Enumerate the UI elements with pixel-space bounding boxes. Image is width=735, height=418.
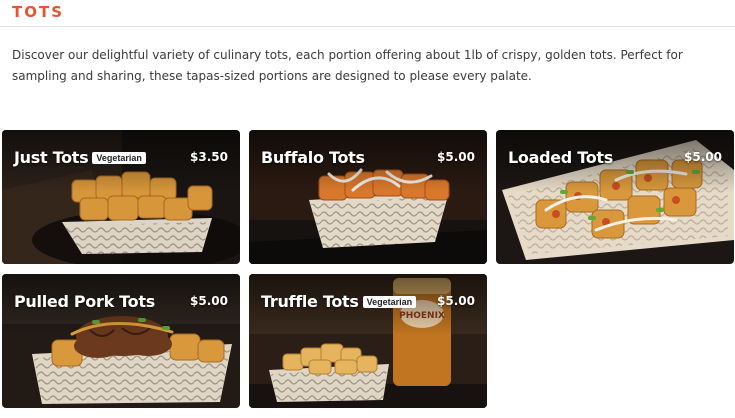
menu-item-name: Buffalo Tots — [261, 148, 365, 167]
menu-card-loaded-tots[interactable]: Loaded Tots $5.00 — [496, 130, 734, 264]
menu-item-price: $5.00 — [190, 294, 228, 308]
vegetarian-badge: Vegetarian — [92, 152, 146, 164]
menu-item-name: Truffle Tots Vegetarian — [261, 292, 417, 311]
menu-item-name: Pulled Pork Tots — [14, 292, 155, 311]
menu-card-just-tots[interactable]: Just Tots Vegetarian $3.50 — [2, 130, 240, 264]
menu-item-price: $5.00 — [437, 294, 475, 308]
menu-item-price: $5.00 — [437, 150, 475, 164]
section-title: TOTS — [12, 3, 65, 21]
section-header: TOTS — [0, 0, 735, 27]
section-description: Discover our delightful variety of culin… — [12, 48, 683, 83]
vegetarian-badge: Vegetarian — [362, 296, 417, 308]
menu-card-buffalo-tots[interactable]: Buffalo Tots $5.00 — [249, 130, 487, 264]
menu-item-name: Just Tots Vegetarian — [14, 148, 146, 167]
menu-card-pulled-pork-tots[interactable]: Pulled Pork Tots $5.00 — [2, 274, 240, 408]
menu-item-price: $3.50 — [190, 150, 228, 164]
menu-item-name: Loaded Tots — [508, 148, 613, 167]
menu-card-truffle-tots[interactable]: PHOENIX Truffle TotsVegetarian $5.00 — [249, 274, 487, 408]
menu-item-price: $5.00 — [684, 150, 722, 164]
